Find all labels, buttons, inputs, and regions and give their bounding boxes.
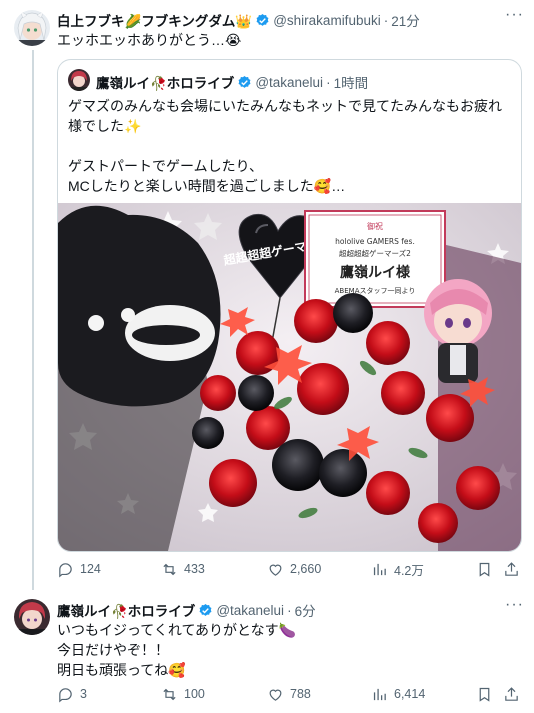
views-count: 6,414 xyxy=(394,687,426,701)
verified-icon xyxy=(238,75,251,88)
retweet-count: 100 xyxy=(184,687,205,701)
more-icon[interactable]: ··· xyxy=(505,6,524,24)
timestamp[interactable]: 6分 xyxy=(295,600,316,620)
bookmark-icon xyxy=(479,562,490,577)
reply-icon xyxy=(59,562,72,578)
share-icon xyxy=(505,561,518,576)
like-button[interactable]: 788 xyxy=(267,686,311,703)
timestamp[interactable]: 21分 xyxy=(391,10,420,30)
views-button[interactable]: 4.2万 xyxy=(371,560,424,579)
reply-button[interactable]: 3 xyxy=(57,686,87,703)
author-handle[interactable]: @shirakamifubuki xyxy=(273,13,381,28)
share-button[interactable] xyxy=(503,561,526,578)
verified-icon xyxy=(256,13,269,26)
retweet-icon xyxy=(163,688,176,700)
bookmark-button[interactable] xyxy=(476,561,499,578)
thread-line xyxy=(32,50,34,590)
share-icon xyxy=(505,686,518,701)
separator-dot: · xyxy=(383,12,389,28)
verified-icon xyxy=(199,603,212,616)
like-button[interactable]: 2,660 xyxy=(267,561,321,578)
author-name[interactable]: 白上フブキ🌽フブキングダム👑 xyxy=(57,10,252,30)
like-icon xyxy=(269,564,282,576)
bookmark-icon xyxy=(479,687,490,702)
card-recipient: 鷹嶺ルイ様 xyxy=(340,264,411,281)
timeline: 白上フブキ🌽フブキングダム👑 @shirakamifubuki · 21分 ··… xyxy=(0,0,534,713)
views-icon xyxy=(373,563,386,575)
reply-count: 3 xyxy=(80,687,87,701)
retweet-count: 433 xyxy=(184,562,205,576)
tweet-takanelui[interactable]: 鷹嶺ルイ🥀ホロライブ @takanelui · 6分 ··· いつもイジってくれ… xyxy=(0,590,534,713)
card-from: ABEMAスタッフ一同より xyxy=(335,286,416,295)
quoted-timestamp[interactable]: 1時間 xyxy=(334,72,369,92)
quoted-author-name[interactable]: 鷹嶺ルイ🥀ホロライブ xyxy=(96,72,234,92)
card-event: hololive GAMERS fes. xyxy=(335,237,415,246)
like-icon xyxy=(269,689,282,701)
card-title: 御祝 xyxy=(367,221,383,231)
card-event-sub: 超超超超ゲーマーズ2 xyxy=(339,248,411,258)
quoted-tweet-photo[interactable]: 超超超超ゲーマーズ² 御祝 hololive GAMERS fes. 超超超超ゲ… xyxy=(58,203,521,551)
reply-icon xyxy=(59,687,72,703)
share-button[interactable] xyxy=(503,686,526,703)
quoted-tweet-text: ゲマズのみんなも会場にいたみんなもネットで見てたみんなもお疲れ様でした✨ ゲスト… xyxy=(68,98,502,194)
tweet-actions: 3 100 788 6,414 xyxy=(57,684,520,704)
avatar-takanelui[interactable] xyxy=(68,69,90,91)
tweet-shirakamifubuki[interactable]: 白上フブキ🌽フブキングダム👑 @shirakamifubuki · 21分 ··… xyxy=(0,0,534,590)
retweet-button[interactable]: 433 xyxy=(161,561,205,578)
separator-dot: · xyxy=(326,74,331,90)
like-count: 2,660 xyxy=(290,562,322,576)
views-count: 4.2万 xyxy=(394,563,424,578)
retweet-button[interactable]: 100 xyxy=(161,686,205,703)
avatar-takanelui[interactable] xyxy=(14,599,50,635)
quoted-author-handle[interactable]: @takanelui xyxy=(255,75,323,90)
more-icon[interactable]: ··· xyxy=(505,596,524,614)
separator-dot: · xyxy=(287,602,292,618)
tweet-actions: 124 433 2,660 4.2万 xyxy=(57,559,520,579)
quoted-tweet[interactable]: 鷹嶺ルイ🥀ホロライブ @takanelui · 1時間 ゲマズのみんなも会場にい… xyxy=(57,59,522,552)
author-handle[interactable]: @takanelui xyxy=(216,603,284,618)
tweet-text: いつもイジってくれてありがとなす🍆 今日だけやぞ！！ 明日も頑張ってね🥰 xyxy=(57,622,297,678)
retweet-icon xyxy=(163,563,176,575)
avatar-shirakamifubuki[interactable] xyxy=(14,10,50,46)
reply-button[interactable]: 124 xyxy=(57,561,101,578)
tweet-text: エッホエッホありがとう…😭 xyxy=(57,32,242,48)
like-count: 788 xyxy=(290,687,311,701)
views-icon xyxy=(373,688,386,700)
views-button[interactable]: 6,414 xyxy=(371,686,425,703)
author-name[interactable]: 鷹嶺ルイ🥀ホロライブ xyxy=(57,600,195,620)
bookmark-button[interactable] xyxy=(476,686,499,703)
reply-count: 124 xyxy=(80,562,101,576)
